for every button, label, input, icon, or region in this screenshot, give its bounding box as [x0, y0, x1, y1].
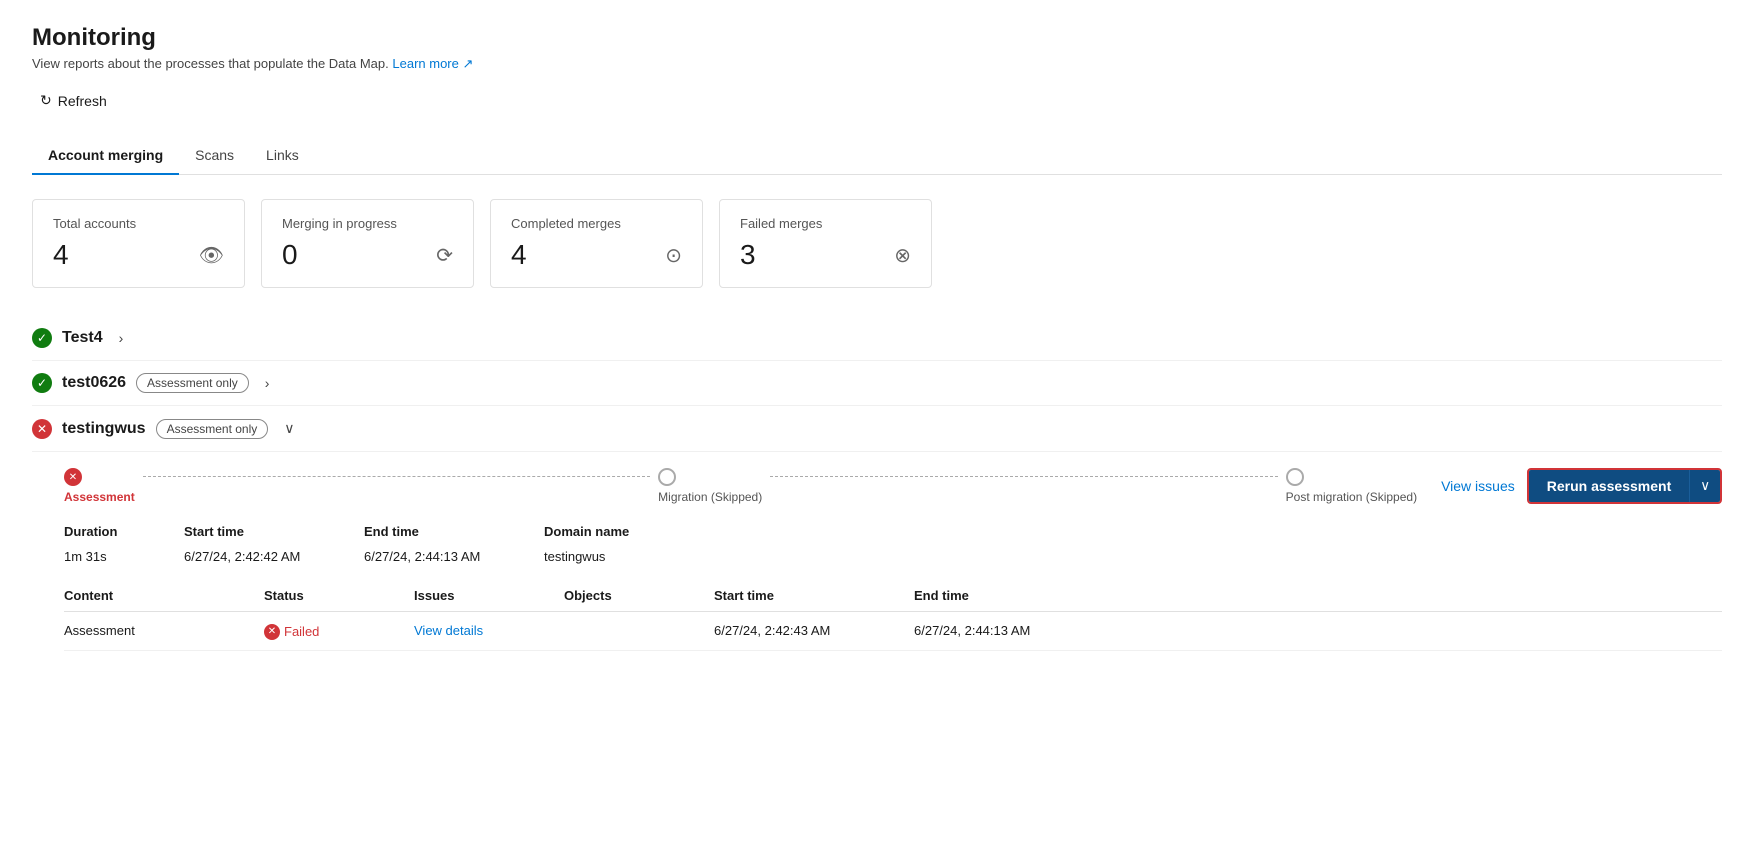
tab-scans[interactable]: Scans [179, 137, 250, 175]
toolbar: ↻ Refresh [32, 88, 1722, 121]
stat-failed-merges: Failed merges 3 ⊗ [719, 199, 932, 288]
status-error-icon: ✕ [32, 419, 52, 439]
cell-status: ✕ Failed [264, 612, 414, 651]
cell-content: Assessment [64, 612, 264, 651]
account-row-testingwus: ✕ testingwus Assessment only ∨ [32, 406, 1722, 452]
account-row-test4: ✓ Test4 › [32, 316, 1722, 361]
view-issues-link[interactable]: View issues [1441, 478, 1515, 494]
accounts-list: ✓ Test4 › ✓ test0626 Assessment only › ✕… [32, 316, 1722, 667]
stat-total-accounts: Total accounts 4 👁 [32, 199, 245, 288]
col-content: Content [64, 580, 264, 612]
cell-objects [564, 612, 714, 651]
status-success-icon: ✓ [32, 328, 52, 348]
chevron-down-icon: ∨ [1700, 478, 1710, 493]
view-details-link[interactable]: View details [414, 623, 483, 638]
pipeline-row: ✕ Assessment Migration (Skipped) [64, 468, 1722, 504]
content-table: Content Status Issues Objects Start time… [64, 580, 1722, 651]
page-title: Monitoring [32, 24, 1722, 52]
table-row: Assessment ✕ Failed View details [64, 612, 1722, 651]
post-migration-label: Post migration (Skipped) [1286, 490, 1417, 504]
tabs-bar: Account merging Scans Links [32, 137, 1722, 175]
cell-start-time: 6/27/24, 2:42:43 AM [714, 612, 914, 651]
stat-completed-merges: Completed merges 4 ⊙ [490, 199, 703, 288]
detail-grid: Duration Start time End time Domain name… [64, 524, 1722, 564]
check-circle-icon: ⊙ [665, 243, 682, 268]
col-start-time: Start time [714, 580, 914, 612]
tab-links[interactable]: Links [250, 137, 315, 175]
col-end-time: End time [914, 580, 1722, 612]
assessment-failed-icon: ✕ [64, 468, 82, 486]
account-expand-button-test4[interactable]: › [113, 328, 130, 348]
col-status: Status [264, 580, 414, 612]
cell-end-time: 6/27/24, 2:44:13 AM [914, 612, 1722, 651]
account-expand-button-test0626[interactable]: › [259, 373, 276, 393]
rerun-button-wrapper: Rerun assessment ∨ [1527, 468, 1722, 504]
stat-merging-in-progress: Merging in progress 0 ⟳ [261, 199, 474, 288]
refresh-icon: ↻ [40, 92, 52, 109]
failed-icon: ✕ [264, 624, 280, 640]
migration-label: Migration (Skipped) [658, 490, 762, 504]
cell-issues: View details [414, 612, 564, 651]
pipeline-step-post-migration: Post migration (Skipped) [1286, 468, 1417, 504]
account-section-testingwus: ✕ testingwus Assessment only ∨ ✕ Assessm… [32, 406, 1722, 667]
assessment-only-badge-testingwus: Assessment only [156, 419, 269, 439]
status-success-icon: ✓ [32, 373, 52, 393]
x-circle-icon: ⊗ [894, 243, 911, 268]
external-link-icon: ↗ [463, 56, 474, 71]
post-migration-circle-icon [1286, 468, 1304, 486]
learn-more-link[interactable]: Learn more ↗ [392, 56, 473, 71]
account-row-test0626: ✓ test0626 Assessment only › [32, 361, 1722, 406]
rerun-dropdown-button[interactable]: ∨ [1689, 470, 1720, 502]
assessment-label: Assessment [64, 490, 135, 504]
stats-grid: Total accounts 4 👁 Merging in progress 0… [32, 199, 932, 288]
pipeline-step-migration: Migration (Skipped) [658, 468, 762, 504]
sync-icon: ⟳ [436, 243, 453, 268]
assessment-only-badge: Assessment only [136, 373, 249, 393]
pipeline-line-2 [770, 476, 1277, 477]
rerun-assessment-button[interactable]: Rerun assessment [1529, 470, 1690, 502]
pipeline-step-assessment: ✕ Assessment [64, 468, 135, 504]
refresh-button[interactable]: ↻ Refresh [32, 88, 115, 113]
account-expanded-content-testingwus: ✕ Assessment Migration (Skipped) [64, 468, 1722, 651]
col-issues: Issues [414, 580, 564, 612]
col-objects: Objects [564, 580, 714, 612]
eye-icon: 👁 [199, 243, 224, 268]
page-subtitle: View reports about the processes that po… [32, 56, 1722, 72]
account-collapse-button-testingwus[interactable]: ∨ [278, 418, 300, 439]
monitoring-page: Monitoring View reports about the proces… [0, 0, 1754, 865]
tab-account-merging[interactable]: Account merging [32, 137, 179, 175]
pipeline-line-1 [143, 476, 650, 477]
migration-circle-icon [658, 468, 676, 486]
pipeline-actions: View issues Rerun assessment ∨ [1417, 468, 1722, 504]
